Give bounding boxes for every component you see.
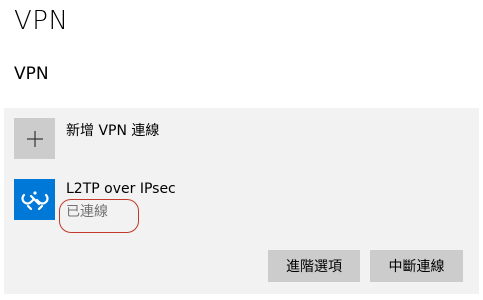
plus-icon	[26, 130, 43, 147]
vpn-link-icon	[20, 190, 49, 210]
vpn-connection-name[interactable]: L2TP over IPsec	[66, 181, 176, 197]
vpn-connection-tile[interactable]	[14, 179, 55, 220]
add-vpn-connection-button[interactable]	[14, 118, 55, 159]
status-highlight-annotation	[59, 199, 139, 233]
section-title: VPN	[14, 64, 49, 84]
disconnect-button[interactable]: 中斷連線	[370, 250, 463, 282]
advanced-options-button[interactable]: 進階選項	[268, 250, 360, 282]
add-vpn-connection-label[interactable]: 新增 VPN 連線	[66, 120, 159, 140]
vpn-settings-page: VPN VPN 新增 VPN 連線 L2TP over IPsec 已連線 進階…	[0, 0, 483, 300]
page-title: VPN	[14, 6, 69, 36]
